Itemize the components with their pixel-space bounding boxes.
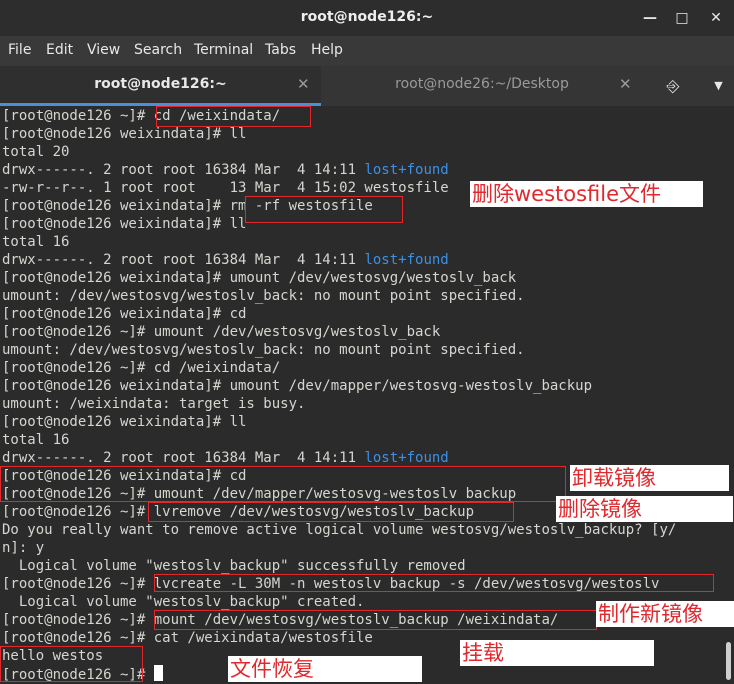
terminal-line: total 20 <box>2 144 70 160</box>
terminal-line: drwx------. 2 root root 16384 Mar 4 14:1… <box>2 252 449 268</box>
terminal-line: umount: /dev/westosvg/westoslv_back: no … <box>2 342 525 358</box>
terminal-line: Logical volume "westoslv_backup" created… <box>2 594 365 610</box>
terminal-line: drwx------. 2 root root 16384 Mar 4 14:1… <box>2 450 449 466</box>
tab-menu-chevron-down-icon[interactable]: ▼ <box>703 66 734 106</box>
terminal-line: [root@node126 ~]# cat /weixindata/westos… <box>2 630 373 646</box>
annotation-create-snapshot: 制作新镜像 <box>596 601 734 627</box>
minimize-icon[interactable]: — <box>640 8 660 28</box>
dir-name: lost+found <box>364 252 449 268</box>
tab-node126[interactable]: root@node126:~ ✕ <box>0 66 321 106</box>
menu-bar: File Edit View Search Terminal Tabs Help <box>0 36 734 66</box>
terminal-line: [root@node126 ~]# umount /dev/westosvg/w… <box>2 324 441 340</box>
close-icon[interactable]: ✕ <box>706 8 726 28</box>
new-tab-icon[interactable]: ⎆ <box>643 66 703 106</box>
menu-help[interactable]: Help <box>311 42 343 58</box>
menu-file[interactable]: File <box>8 42 31 58</box>
close-tab-icon[interactable]: ✕ <box>619 75 632 93</box>
annotation-mount: 挂载 <box>460 640 654 666</box>
terminal-line: Do you really want to remove active logi… <box>2 522 677 538</box>
terminal-line: umount: /dev/westosvg/westoslv_back: no … <box>2 288 525 304</box>
maximize-icon[interactable]: □ <box>672 8 692 28</box>
terminal-line: total 16 <box>2 234 70 250</box>
terminal-line: [root@node126 weixindata]# umount /dev/w… <box>2 270 517 286</box>
title-bar: root@node126:~ — □ ✕ <box>0 0 734 36</box>
highlight-box-rm <box>245 196 403 223</box>
tab-label: root@node26:~/Desktop <box>395 76 569 92</box>
menu-view[interactable]: View <box>87 42 120 58</box>
tab-node26-desktop[interactable]: root@node26:~/Desktop ✕ <box>321 66 643 106</box>
terminal-line: [root@node126 weixindata]# umount /dev/m… <box>2 378 593 394</box>
terminal-line: n]: y <box>2 540 45 556</box>
annotation-delete-file: 删除westosfile文件 <box>470 181 703 207</box>
window-title: root@node126:~ <box>300 9 434 25</box>
menu-tabs[interactable]: Tabs <box>265 42 296 58</box>
menu-search[interactable]: Search <box>134 42 182 58</box>
close-tab-icon[interactable]: ✕ <box>297 75 310 93</box>
highlight-box-lvcreate <box>154 574 714 592</box>
highlight-box-mount <box>154 610 597 630</box>
terminal-line: [root@node126 weixindata]# ll <box>2 414 247 430</box>
highlight-box-lvremove <box>148 502 514 522</box>
highlight-box-cat <box>0 646 143 682</box>
highlight-box-cd <box>156 106 311 127</box>
menu-edit[interactable]: Edit <box>46 42 73 58</box>
terminal-line: Logical volume "westoslv_backup" success… <box>2 558 466 574</box>
tab-label: root@node126:~ <box>94 76 227 92</box>
terminal-line: total 16 <box>2 432 70 448</box>
terminal-line: [root@node126 weixindata]# ll <box>2 216 247 232</box>
terminal-line: [root@node126 weixindata]# cd <box>2 306 247 322</box>
dir-name: lost+found <box>364 162 449 178</box>
terminal-line: umount: /weixindata: target is busy. <box>2 396 306 412</box>
terminal-scrollbar[interactable] <box>726 642 731 680</box>
annotation-unmount: 卸载镜像 <box>570 465 729 491</box>
highlight-box-umount <box>0 466 566 502</box>
annotation-file-restored: 文件恢复 <box>228 656 422 682</box>
menu-terminal[interactable]: Terminal <box>194 42 253 58</box>
tab-bar: root@node126:~ ✕ root@node26:~/Desktop ✕… <box>0 66 734 106</box>
annotation-remove-snapshot: 删除镜像 <box>556 496 733 522</box>
terminal-line: [root@node126 ~]# cd /weixindata/ <box>2 360 281 376</box>
terminal-line: drwx------. 2 root root 16384 Mar 4 14:1… <box>2 162 449 178</box>
text-cursor <box>153 665 163 681</box>
terminal-line: -rw-r--r--. 1 root root 13 Mar 4 15:02 w… <box>2 180 449 196</box>
terminal-line: [root@node126 weixindata]# ll <box>2 126 247 142</box>
dir-name: lost+found <box>364 450 449 466</box>
